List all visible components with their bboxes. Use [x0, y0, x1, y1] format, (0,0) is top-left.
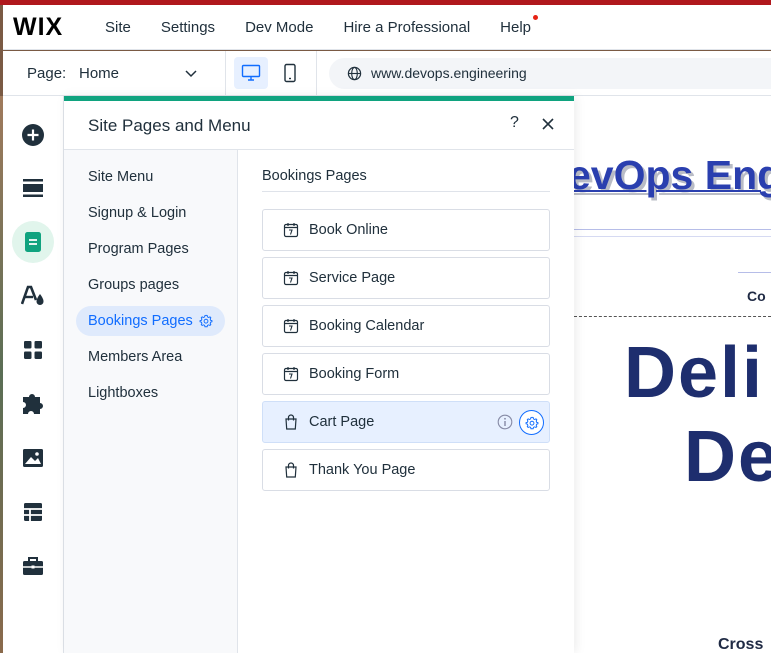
- site-pages-panel: Site Pages and Menu ? Site Menu Signup &…: [64, 96, 574, 653]
- rail-cms-button[interactable]: [12, 491, 54, 533]
- pages-icon: [25, 232, 41, 252]
- gear-icon[interactable]: [199, 314, 213, 328]
- rail-apps-button[interactable]: [12, 329, 54, 371]
- side-item-groups-pages[interactable]: Groups pages: [76, 270, 191, 300]
- site-url-bar[interactable]: www.devops.engineering: [329, 58, 771, 89]
- nav-help-label: Help: [500, 18, 532, 36]
- page-row-label: Thank You Page: [309, 462, 416, 478]
- close-icon[interactable]: [540, 116, 556, 132]
- add-icon: [22, 124, 44, 146]
- nav-help[interactable]: Help: [500, 14, 539, 36]
- side-item-members-area[interactable]: Members Area: [76, 342, 194, 372]
- page-row-book-online[interactable]: Book Online: [262, 209, 550, 251]
- rail-app-market-button[interactable]: [12, 383, 54, 425]
- side-item-signup-login[interactable]: Signup & Login: [76, 198, 198, 228]
- shopping-bag-icon: [285, 462, 297, 478]
- shopping-bag-icon: [285, 414, 297, 430]
- help-button[interactable]: ?: [510, 114, 519, 132]
- editor-toolbar: Page: Home www.devops.engineering: [3, 51, 771, 96]
- canvas-divider: [574, 229, 771, 230]
- page-select-value[interactable]: Home: [79, 65, 119, 82]
- nav-dev-mode[interactable]: Dev Mode: [245, 19, 313, 36]
- page-settings-button[interactable]: [519, 410, 544, 435]
- mobile-icon: [284, 63, 296, 83]
- page-row-booking-form[interactable]: Booking Form: [262, 353, 550, 395]
- page-row-label: Booking Form: [309, 366, 400, 382]
- gear-icon: [525, 416, 538, 429]
- calendar-icon: [283, 223, 299, 238]
- side-item-site-menu[interactable]: Site Menu: [76, 162, 165, 192]
- desktop-icon: [241, 64, 261, 81]
- page-label: Page:: [27, 65, 67, 82]
- canvas-headline-line2: De: [684, 417, 771, 497]
- panel-side-menu: Site Menu Signup & Login Program Pages G…: [64, 150, 238, 653]
- sections-icon: [23, 179, 43, 197]
- panel-title: Site Pages and Menu: [88, 116, 251, 135]
- section-divider: [262, 191, 550, 192]
- page-row-label: Service Page: [309, 270, 396, 286]
- panel-accent-bar: [64, 96, 574, 101]
- toolbar-divider: [225, 51, 226, 96]
- nav-settings[interactable]: Settings: [161, 19, 215, 36]
- cms-icon: [24, 503, 42, 521]
- rail-pages-button[interactable]: [12, 221, 54, 263]
- rail-sections-button[interactable]: [12, 167, 54, 209]
- app-market-icon: [23, 394, 43, 414]
- wix-logo[interactable]: WIX: [13, 13, 93, 42]
- nav-site[interactable]: Site: [105, 19, 131, 36]
- canvas-nav-fragment: Co: [747, 288, 766, 304]
- canvas-footer-fragment: Cross: [718, 636, 764, 653]
- desktop-view-button[interactable]: [234, 57, 268, 89]
- info-icon[interactable]: [497, 414, 513, 430]
- canvas-section-boundary: [574, 316, 771, 317]
- page-row-service-page[interactable]: Service Page: [262, 257, 550, 299]
- rail-design-button[interactable]: [12, 275, 54, 317]
- section-title: Bookings Pages: [262, 168, 367, 184]
- rail-add-button[interactable]: [12, 114, 54, 156]
- page-row-cart-page[interactable]: Cart Page: [262, 401, 550, 443]
- page-row-label: Book Online: [309, 222, 388, 238]
- page-row-thank-you-page[interactable]: Thank You Page: [262, 449, 550, 491]
- page-row-booking-calendar[interactable]: Booking Calendar: [262, 305, 550, 347]
- nav-hire-professional[interactable]: Hire a Professional: [343, 19, 470, 36]
- canvas-divider: [738, 272, 771, 273]
- business-icon: [23, 557, 43, 575]
- design-icon: [21, 285, 44, 305]
- canvas-headline-line1: Deli: [624, 333, 765, 413]
- rail-business-button[interactable]: [12, 545, 54, 587]
- mobile-view-button[interactable]: [273, 57, 307, 89]
- notification-dot: [533, 14, 539, 20]
- site-canvas[interactable]: evOps Eng Co Deli De Cross: [574, 96, 771, 653]
- globe-icon: [347, 66, 362, 81]
- canvas-divider: [574, 236, 771, 237]
- side-item-lightboxes[interactable]: Lightboxes: [76, 378, 170, 408]
- calendar-icon: [283, 367, 299, 382]
- page-row-label: Booking Calendar: [309, 318, 425, 334]
- top-navigation-bar: WIX Site Settings Dev Mode Hire a Profes…: [3, 5, 771, 50]
- calendar-icon: [283, 319, 299, 334]
- chevron-down-icon[interactable]: [183, 65, 199, 81]
- apps-icon: [24, 341, 42, 359]
- left-tool-rail: [3, 96, 64, 653]
- media-icon: [23, 449, 43, 467]
- side-item-label: Bookings Pages: [88, 313, 193, 329]
- canvas-site-title: evOps Eng: [574, 152, 771, 198]
- toolbar-divider: [316, 51, 317, 96]
- side-item-bookings-pages[interactable]: Bookings Pages: [76, 306, 225, 336]
- calendar-icon: [283, 271, 299, 286]
- side-item-program-pages[interactable]: Program Pages: [76, 234, 201, 264]
- site-url: www.devops.engineering: [371, 65, 527, 81]
- page-row-label: Cart Page: [309, 414, 375, 430]
- rail-media-button[interactable]: [12, 437, 54, 479]
